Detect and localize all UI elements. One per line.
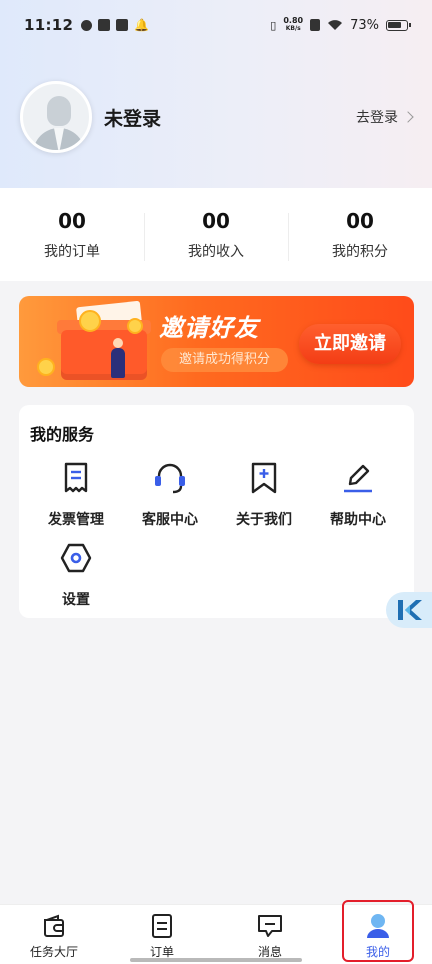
app-notification-icon: [81, 19, 93, 31]
stat-points[interactable]: 00 我的积分: [288, 209, 432, 261]
wallet-icon: [44, 914, 64, 937]
bell-icon: 🔔: [134, 18, 150, 32]
bookmark-plus-icon: [251, 462, 277, 494]
bottom-nav: 任务大厅 订单 消息 我的: [0, 904, 432, 964]
stat-label: 我的收入: [188, 243, 244, 260]
person-illustration: [111, 338, 125, 378]
stat-income[interactable]: 00 我的收入: [144, 209, 288, 261]
service-about-us[interactable]: 关于我们: [216, 461, 312, 529]
services-title: 我的服务: [30, 425, 95, 444]
invite-banner[interactable]: 邀请好友 邀请成功得积分 立即邀请: [19, 296, 414, 387]
login-link[interactable]: 去登录: [356, 107, 414, 127]
service-settings[interactable]: 设置: [28, 541, 124, 609]
services-card: 我的服务 发票管理 客服中心 关于我们 帮助中心 设置: [19, 405, 414, 618]
service-label: 帮助中心: [330, 512, 386, 528]
headset-icon: [155, 463, 185, 494]
home-indicator[interactable]: [130, 958, 302, 962]
service-help-center[interactable]: 帮助中心: [310, 461, 406, 529]
status-time: 11:12: [24, 16, 74, 34]
hexagon-settings-icon: [60, 543, 92, 573]
coin-icon: [79, 310, 101, 332]
stat-value: 00: [346, 208, 374, 233]
floating-app-badge[interactable]: [386, 592, 432, 628]
vibrate-icon: ▯: [270, 18, 277, 32]
document-icon: [152, 914, 172, 938]
stat-value: 00: [202, 208, 230, 233]
battery-icon: [386, 19, 411, 31]
nav-label: 任务大厅: [29, 945, 78, 959]
notification-icons: 🔔: [81, 18, 149, 32]
nav-messages[interactable]: 消息: [216, 905, 324, 964]
stat-label: 我的订单: [44, 243, 100, 260]
service-label: 客服中心: [142, 512, 198, 528]
nav-orders[interactable]: 订单: [108, 905, 216, 964]
nav-label: 我的: [365, 945, 390, 959]
service-label: 发票管理: [48, 512, 104, 528]
stat-value: 00: [58, 208, 86, 233]
status-bar: 11:12 🔔 ▯ 0.80 KB/s 73%: [0, 0, 432, 50]
net-speed: 0.80 KB/s: [283, 17, 303, 33]
video-app-icon: [98, 19, 111, 31]
profile-name: 未登录: [104, 107, 162, 130]
profile-section: 未登录 去登录: [20, 80, 414, 154]
net-speed-unit: KB/s: [285, 25, 301, 32]
coin-icon: [127, 318, 143, 334]
coin-icon: [37, 358, 55, 376]
service-label: 关于我们: [236, 512, 292, 528]
status-right: ▯ 0.80 KB/s 73%: [270, 17, 411, 33]
nav-mine[interactable]: 我的: [324, 905, 432, 964]
login-link-label: 去登录: [356, 110, 398, 126]
avatar[interactable]: [20, 81, 92, 153]
banner-subtitle: 邀请成功得积分: [161, 348, 289, 372]
logo-icon: [398, 600, 422, 620]
nav-task-hall[interactable]: 任务大厅: [0, 905, 108, 964]
banner-title: 邀请好友: [159, 314, 259, 342]
invoice-icon: [64, 462, 88, 493]
stat-label: 我的积分: [332, 243, 388, 260]
invite-button[interactable]: 立即邀请: [299, 324, 401, 364]
gift-box: [61, 330, 147, 380]
wifi-icon: [328, 20, 343, 30]
mail-app-icon: [116, 19, 129, 31]
service-customer-center[interactable]: 客服中心: [122, 461, 218, 529]
stats-bar: 00 我的订单 00 我的收入 00 我的积分: [0, 188, 432, 281]
stat-orders[interactable]: 00 我的订单: [0, 209, 144, 261]
chevron-right-icon: [402, 111, 414, 123]
service-invoice[interactable]: 发票管理: [28, 461, 124, 529]
net-speed-value: 0.80: [283, 16, 304, 25]
person-icon: [367, 914, 389, 938]
battery-level: 73%: [350, 17, 379, 33]
message-icon: [258, 915, 282, 937]
service-label: 设置: [62, 592, 90, 608]
sim-icon: [310, 19, 321, 31]
pencil-icon: [344, 464, 372, 493]
